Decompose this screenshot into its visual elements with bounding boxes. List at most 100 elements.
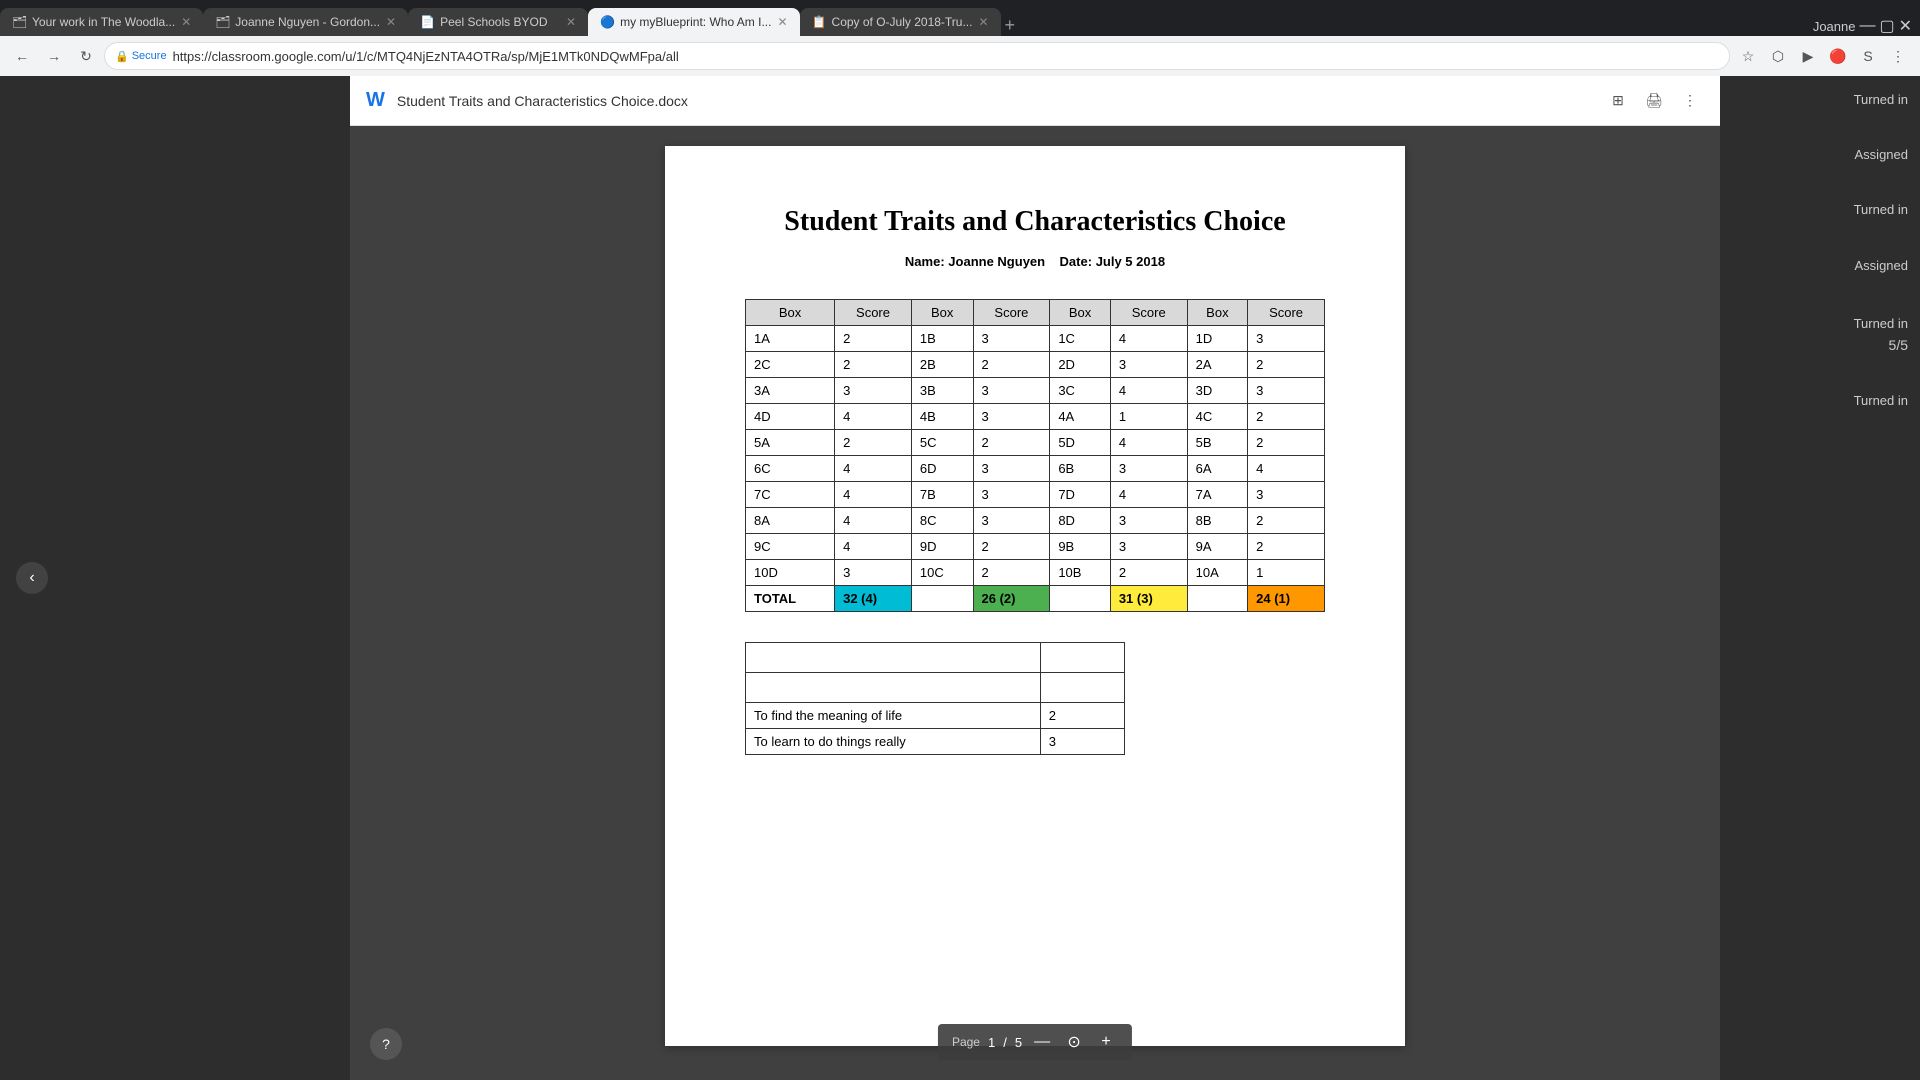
table-row: To find the meaning of life 2	[746, 703, 1125, 729]
more-options-button[interactable]: ⋮	[1676, 87, 1704, 115]
table-cell: 7C	[746, 482, 835, 508]
table-row: 1A21B31C41D3	[746, 326, 1325, 352]
nav-back-button[interactable]: ‹	[16, 562, 48, 594]
sidebar-turned-in-3: Turned in	[1854, 316, 1908, 331]
table-cell: 2	[973, 352, 1050, 378]
sidebar-turned-in-1: Turned in	[1732, 92, 1908, 107]
table-cell: 8D	[1050, 508, 1111, 534]
table-cell: 3	[973, 482, 1050, 508]
address-bar[interactable]: 🔒 Secure https://classroom.google.com/u/…	[104, 42, 1730, 70]
reload-button[interactable]: ↻	[72, 42, 100, 70]
tab-3[interactable]: 📄 Peel Schools BYOD ✕	[408, 8, 588, 36]
table-cell: 2	[835, 352, 912, 378]
table-cell: 7B	[911, 482, 973, 508]
table-cell: 9A	[1187, 534, 1248, 560]
table-cell: 3	[1248, 482, 1325, 508]
toolbar-icons: ☆ ⬡ ▶ 🔴 S ⋮	[1734, 42, 1912, 70]
bookmark-button[interactable]: ☆	[1734, 42, 1762, 70]
vpn-button[interactable]: 🔴	[1824, 42, 1852, 70]
doc-toolbar: W Student Traits and Characteristics Cho…	[350, 76, 1720, 126]
table-cell: 2D	[1050, 352, 1111, 378]
page-label: Page	[952, 1035, 980, 1049]
table-cell: 1A	[746, 326, 835, 352]
table-row	[746, 643, 1125, 673]
tab-close-2[interactable]: ✕	[386, 15, 396, 29]
tab-4[interactable]: 🔵 my myBlueprint: Who Am I... ✕	[588, 8, 799, 36]
table-row: 3A33B33C43D3	[746, 378, 1325, 404]
youtube-button[interactable]: ▶	[1794, 42, 1822, 70]
tab-close-1[interactable]: ✕	[181, 15, 191, 29]
table-cell: 3	[1110, 352, 1187, 378]
table-cell: 4	[1110, 482, 1187, 508]
new-tab-button[interactable]: +	[1005, 15, 1016, 36]
table-cell: 8C	[911, 508, 973, 534]
secure-badge: 🔒 Secure	[115, 50, 167, 63]
grid-view-button[interactable]: ⊞	[1604, 87, 1632, 115]
table-cell: 2	[1248, 508, 1325, 534]
zoom-fit-button[interactable]: ⊙	[1062, 1030, 1086, 1054]
print-button[interactable]: 🖨	[1640, 87, 1668, 115]
total-score-3: 31 (3)	[1110, 586, 1187, 612]
right-sidebar: Turned in Assigned Turned in Assigned Tu…	[1720, 76, 1920, 1080]
table-cell: 10D	[746, 560, 835, 586]
sidebar-assigned-1: Assigned	[1732, 147, 1908, 162]
table-row: 10D310C210B210A1	[746, 560, 1325, 586]
menu-button[interactable]: ⋮	[1884, 42, 1912, 70]
maximize-button[interactable]: ▢	[1879, 16, 1894, 36]
tab-close-4[interactable]: ✕	[777, 15, 787, 29]
name-value: Joanne Nguyen	[948, 254, 1045, 269]
table-cell: 4D	[746, 404, 835, 430]
extensions-button[interactable]: ⬡	[1764, 42, 1792, 70]
tab-2[interactable]: 🗂 Joanne Nguyen - Gordon... ✕	[203, 8, 408, 36]
minimize-button[interactable]: —	[1859, 17, 1875, 35]
help-button[interactable]: ?	[370, 1028, 402, 1060]
close-window-button[interactable]: ✕	[1899, 16, 1912, 36]
table-cell: 7D	[1050, 482, 1111, 508]
table-cell: 4	[1110, 326, 1187, 352]
table-cell: 3A	[746, 378, 835, 404]
total-row: TOTAL32 (4)26 (2)31 (3)24 (1)	[746, 586, 1325, 612]
table-cell: 5A	[746, 430, 835, 456]
tab-favicon-3: 📄	[420, 15, 434, 29]
table-cell: 1D	[1187, 326, 1248, 352]
tab-close-3[interactable]: ✕	[566, 15, 576, 29]
table-cell: 8B	[1187, 508, 1248, 534]
total-label: TOTAL	[746, 586, 835, 612]
table-cell: 3	[1248, 378, 1325, 404]
browser-toolbar: ← → ↻ 🔒 Secure https://classroom.google.…	[0, 36, 1920, 76]
second-table-score	[1040, 673, 1124, 703]
table-cell: 3	[1110, 534, 1187, 560]
zoom-out-button[interactable]: —	[1030, 1030, 1054, 1054]
tab-5[interactable]: 📋 Copy of O-July 2018-Tru... ✕	[800, 8, 1001, 36]
tab-1[interactable]: 🗂 Your work in The Woodla... ✕	[0, 8, 203, 36]
table-cell: 3D	[1187, 378, 1248, 404]
table-cell: 4	[1248, 456, 1325, 482]
table-cell: 2A	[1187, 352, 1248, 378]
sidebar-assigned-2: Assigned	[1855, 258, 1908, 273]
zoom-in-button[interactable]: +	[1094, 1030, 1118, 1054]
col-header-box4: Box	[1187, 300, 1248, 326]
forward-button[interactable]: →	[40, 42, 68, 70]
table-cell: 3	[1110, 508, 1187, 534]
date-value: July 5 2018	[1096, 254, 1165, 269]
skype-button[interactable]: S	[1854, 42, 1882, 70]
table-row: 7C47B37D47A3	[746, 482, 1325, 508]
table-cell: 2	[835, 430, 912, 456]
page-navigation: Page 1 / 5 — ⊙ +	[938, 1024, 1132, 1060]
tab-title-2: Joanne Nguyen - Gordon...	[235, 15, 380, 29]
doc-scroll-area[interactable]: Student Traits and Characteristics Choic…	[350, 126, 1720, 1080]
table-cell: 4C	[1187, 404, 1248, 430]
browser-user-name: Joanne	[1813, 19, 1856, 34]
word-icon: W	[366, 89, 385, 112]
table-cell: 10A	[1187, 560, 1248, 586]
table-cell: 2	[1248, 430, 1325, 456]
total-score-2: 26 (2)	[973, 586, 1050, 612]
table-cell: 3C	[1050, 378, 1111, 404]
second-table-score	[1040, 643, 1124, 673]
table-cell: 8A	[746, 508, 835, 534]
score-display: 5/5	[1732, 337, 1908, 353]
date-label: Date:	[1060, 254, 1093, 269]
back-button[interactable]: ←	[8, 42, 36, 70]
tab-close-5[interactable]: ✕	[978, 15, 988, 29]
table-cell: 2	[1248, 404, 1325, 430]
